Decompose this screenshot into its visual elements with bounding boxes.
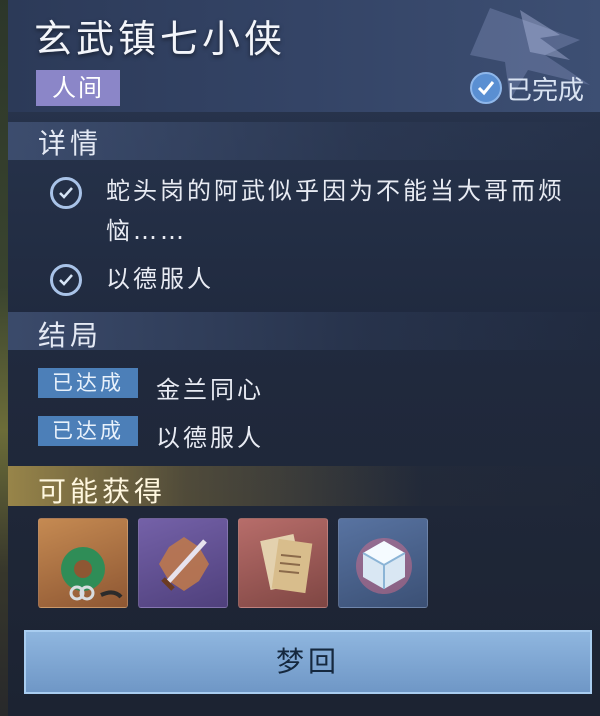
ending-name: 以德服人 <box>156 424 264 452</box>
rewards-heading: 可能获得 <box>38 475 167 508</box>
paper-manual-icon <box>260 534 313 594</box>
achieved-badge: 已达成 <box>38 368 138 398</box>
status-label: 已完成 <box>505 75 584 106</box>
detail-text: 以德服人 <box>106 265 214 293</box>
jade-pendant-icon <box>61 547 123 601</box>
reward-item-crystal[interactable] <box>338 518 428 608</box>
detail-text-line2: 恼…… <box>106 217 187 245</box>
crystal-cube-icon <box>356 538 412 594</box>
achieved-badge: 已达成 <box>38 416 138 446</box>
quest-status: 已完成 <box>469 70 584 106</box>
detail-text-line1: 蛇头岗的阿武似乎因为不能当大哥而烦 <box>106 177 565 205</box>
quest-title: 玄武镇七小侠 <box>34 17 287 61</box>
reward-item-dagger[interactable] <box>138 518 228 608</box>
check-circle-icon <box>50 264 82 296</box>
quest-category-tag: 人间 <box>36 70 120 106</box>
dream-return-button[interactable]: 梦回 <box>24 630 592 694</box>
quest-panel: 玄武镇七小侠 人间 已完成 详情 蛇头岗的阿武似乎因为不能当大哥而烦 恼…… 以… <box>8 0 600 716</box>
dagger-icon <box>159 537 209 591</box>
reward-item-manual[interactable] <box>238 518 328 608</box>
completed-check-icon <box>469 72 502 104</box>
endings-heading: 结局 <box>38 319 103 352</box>
reward-item-jade-pendant[interactable] <box>38 518 128 608</box>
ending-name: 金兰同心 <box>156 376 264 404</box>
check-circle-icon <box>50 177 82 209</box>
details-heading: 详情 <box>38 127 103 160</box>
quest-header: 玄武镇七小侠 人间 已完成 <box>8 0 600 112</box>
